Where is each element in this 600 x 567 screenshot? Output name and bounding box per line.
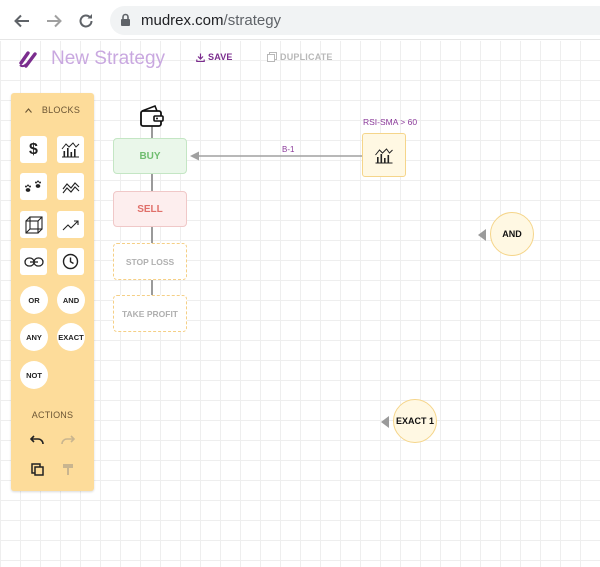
or-block[interactable]: OR: [20, 286, 48, 314]
chart-bars-block[interactable]: [57, 136, 84, 163]
zigzag-icon: [62, 181, 79, 193]
copy-icon: [267, 52, 277, 62]
exact-node-label: EXACT 1: [395, 416, 434, 426]
any-block-label: ANY: [26, 332, 42, 342]
blocks-panel: BLOCKS $ OR AND ANY EXACT NOT ACTIONS: [11, 93, 94, 491]
connector-buy-sell: [151, 174, 153, 191]
save-label: SAVE: [208, 52, 233, 62]
duplicate-button[interactable]: DUPLICATE: [267, 52, 333, 62]
link-icon: [23, 256, 44, 267]
redo-icon: [61, 434, 75, 444]
stop-loss-label: STOP LOSS: [125, 256, 175, 267]
and-node-input-arrow: [478, 229, 486, 241]
trend-up-block[interactable]: [57, 211, 84, 238]
redo-button[interactable]: [60, 432, 76, 448]
connector-sell-stoploss: [151, 227, 153, 243]
url-text: mudrex.com/strategy: [141, 12, 281, 29]
copy-button[interactable]: [29, 461, 45, 477]
buy-label: BUY: [139, 150, 161, 162]
clock-block[interactable]: [57, 248, 84, 275]
and-block-label: AND: [62, 295, 80, 305]
strategy-name[interactable]: New Strategy: [51, 48, 165, 70]
format-paint-button[interactable]: [60, 461, 76, 477]
forward-arrow-icon[interactable]: [43, 10, 65, 32]
actions-title: ACTIONS: [31, 410, 74, 420]
take-profit-node[interactable]: TAKE PROFIT: [113, 295, 187, 332]
take-profit-label: TAKE PROFIT: [121, 308, 179, 319]
buy-node[interactable]: BUY: [113, 138, 187, 174]
or-block-label: OR: [28, 295, 40, 305]
duplicate-label: DUPLICATE: [280, 52, 333, 62]
undo-icon: [30, 434, 44, 444]
url-host: mudrex.com: [141, 12, 224, 29]
clock-icon: [62, 253, 79, 270]
stop-loss-node[interactable]: STOP LOSS: [113, 243, 187, 280]
any-block[interactable]: ANY: [20, 323, 48, 351]
browser-toolbar: mudrex.com/strategy: [0, 0, 600, 40]
not-block[interactable]: NOT: [20, 361, 48, 389]
mudrex-logo-icon: [17, 48, 39, 75]
back-arrow-icon[interactable]: [11, 10, 33, 32]
sell-label: SELL: [137, 203, 163, 215]
exact-block[interactable]: EXACT: [57, 323, 85, 351]
chart-bars-icon: [61, 142, 80, 158]
exact-block-label: EXACT: [58, 332, 84, 342]
url-path: /strategy: [223, 12, 282, 29]
and-node-label: AND: [502, 229, 522, 239]
indicator-condition-label: RSI-SMA > 60: [363, 117, 418, 127]
indicator-node[interactable]: [362, 133, 406, 177]
link-block[interactable]: [20, 248, 47, 275]
trend-up-icon: [62, 219, 79, 230]
zigzag-block[interactable]: [57, 173, 84, 200]
and-block[interactable]: AND: [57, 286, 85, 314]
paint-roller-icon: [63, 463, 73, 475]
chart-bars-icon: [375, 147, 393, 163]
not-block-label: NOT: [26, 370, 42, 380]
connector-stoploss-takeprofit: [151, 280, 153, 295]
edge-label: B-1: [282, 145, 295, 154]
dollar-icon: $: [29, 140, 38, 158]
chevron-up-icon: [24, 105, 32, 115]
address-bar[interactable]: mudrex.com/strategy: [110, 6, 600, 35]
cube-icon: [24, 215, 43, 234]
blocks-title: BLOCKS: [41, 105, 81, 115]
undo-button[interactable]: [29, 432, 45, 448]
blocks-panel-header[interactable]: BLOCKS: [11, 105, 94, 115]
paw-block[interactable]: [20, 173, 47, 200]
and-node[interactable]: AND: [490, 212, 534, 256]
dollar-block[interactable]: $: [20, 136, 47, 163]
copy-icon: [30, 462, 44, 476]
wallet-icon[interactable]: [139, 104, 165, 133]
paw-icon: [24, 180, 41, 192]
download-icon: [196, 53, 205, 62]
cube-block[interactable]: [20, 211, 47, 238]
exact-node-input-arrow: [381, 416, 389, 428]
edge-arrow: [190, 151, 362, 161]
exact-node[interactable]: EXACT 1: [393, 399, 437, 443]
sell-node[interactable]: SELL: [113, 191, 187, 227]
lock-icon: [120, 13, 131, 32]
reload-icon[interactable]: [75, 10, 97, 32]
save-button[interactable]: SAVE: [196, 52, 233, 62]
